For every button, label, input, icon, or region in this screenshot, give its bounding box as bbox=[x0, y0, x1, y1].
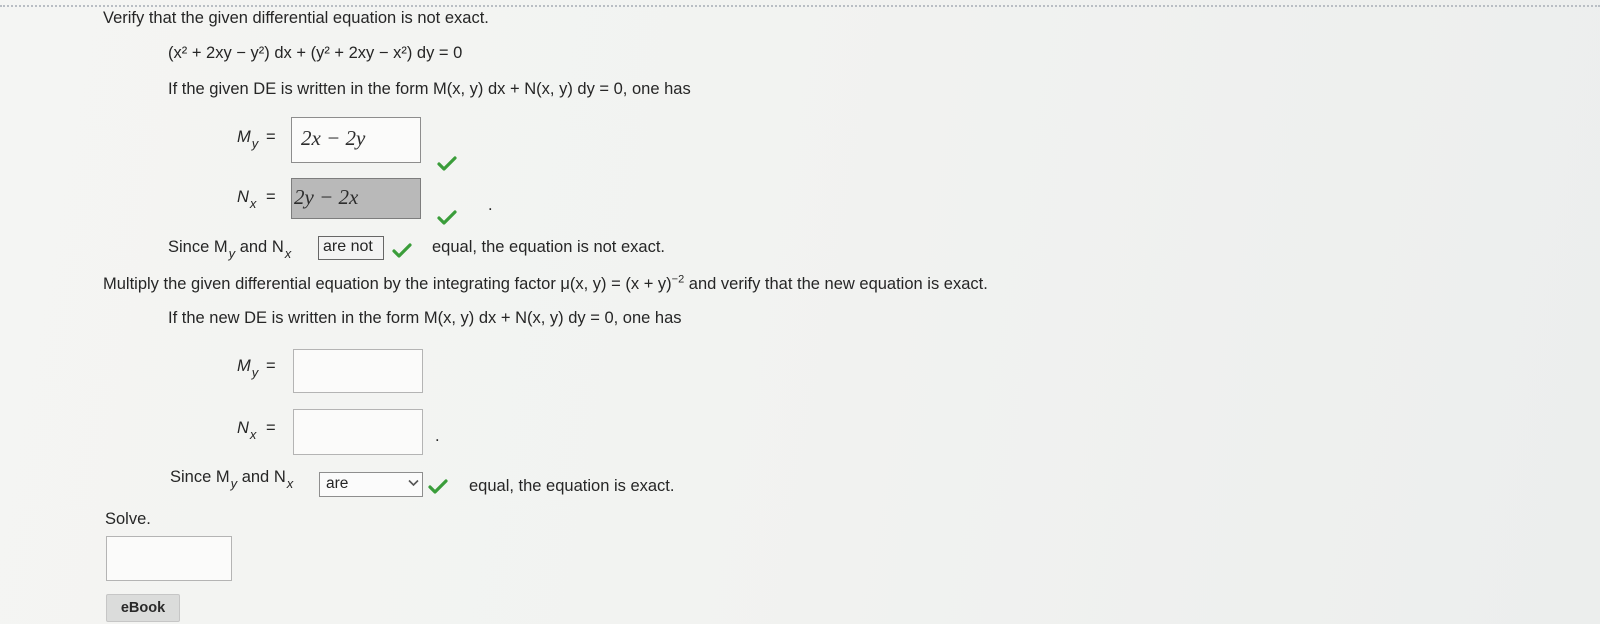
new-nx-answer-field[interactable] bbox=[293, 409, 423, 455]
new-my-answer-field[interactable] bbox=[293, 349, 423, 393]
nx-answer-field[interactable]: 2y − 2x bbox=[291, 178, 421, 219]
form-statement: If the given DE is written in the form M… bbox=[168, 80, 691, 98]
exactness-dropdown-2[interactable]: are bbox=[319, 472, 423, 497]
question-prompt: Verify that the given differential equat… bbox=[103, 9, 489, 27]
chevron-down-icon bbox=[408, 479, 419, 487]
solve-answer-field[interactable] bbox=[106, 536, 232, 581]
differential-equation: (x² + 2xy − y²) dx + (y² + 2xy − x²) dy … bbox=[168, 44, 463, 62]
new-nx-equals: = bbox=[266, 419, 276, 437]
my-label: My bbox=[237, 128, 259, 151]
ebook-button[interactable]: eBook bbox=[106, 594, 180, 622]
check-icon bbox=[428, 479, 448, 494]
new-nx-label: Nx bbox=[237, 419, 257, 442]
period: . bbox=[488, 196, 493, 214]
since-conclusion-1: equal, the equation is not exact. bbox=[432, 238, 665, 256]
since-statement-1: Since My and Nx bbox=[168, 238, 292, 261]
exactness-dropdown-1[interactable]: are not bbox=[318, 236, 384, 260]
period: . bbox=[435, 427, 440, 445]
my-equals: = bbox=[266, 128, 276, 146]
check-icon bbox=[437, 156, 457, 171]
since-conclusion-2: equal, the equation is exact. bbox=[469, 477, 675, 495]
new-my-equals: = bbox=[266, 357, 276, 375]
nx-label: Nx bbox=[237, 188, 257, 211]
new-form-statement: If the new DE is written in the form M(x… bbox=[168, 309, 682, 327]
my-answer-field[interactable]: 2x − 2y bbox=[291, 117, 421, 163]
dropdown-selected-value: are bbox=[326, 475, 349, 492]
since-statement-2: Since My and Nx bbox=[170, 468, 294, 491]
check-icon bbox=[392, 243, 412, 258]
integrating-factor-instruction: Multiply the given differential equation… bbox=[103, 273, 988, 293]
check-icon bbox=[437, 210, 457, 225]
nx-equals: = bbox=[266, 188, 276, 206]
solve-label: Solve. bbox=[105, 510, 151, 528]
new-my-label: My bbox=[237, 357, 259, 380]
top-dotted-divider bbox=[0, 5, 1600, 7]
